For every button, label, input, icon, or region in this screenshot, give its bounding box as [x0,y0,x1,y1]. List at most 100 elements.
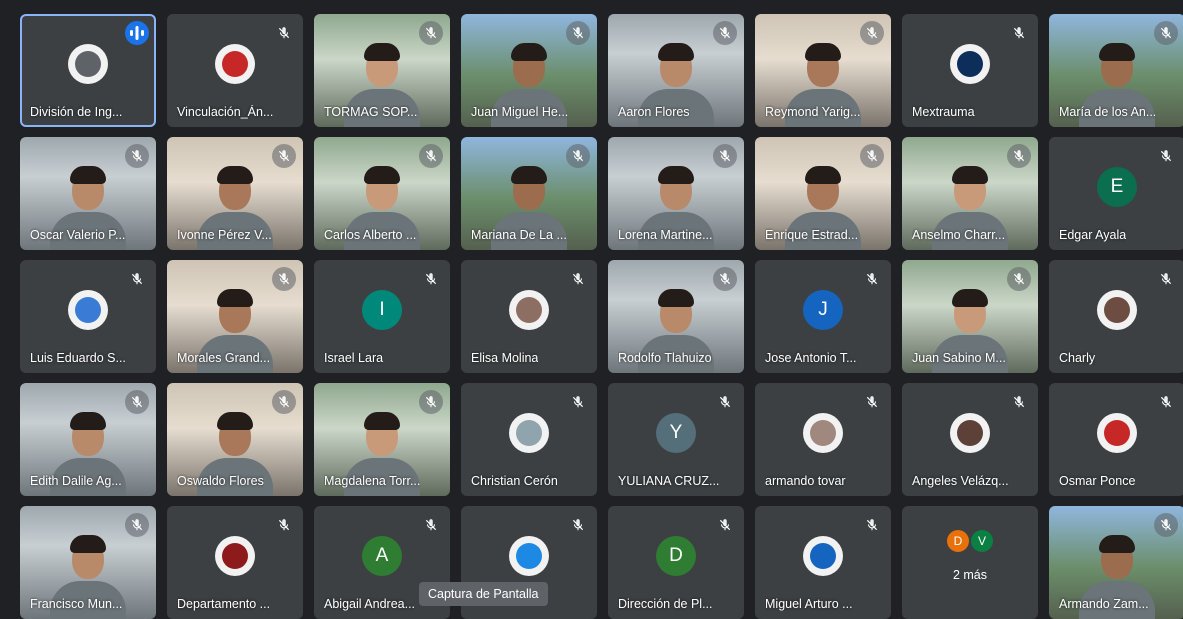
participant-avatar [68,44,108,84]
participant-tile[interactable]: María de los An... [1049,14,1183,127]
participant-tile[interactable]: Osmar Ponce [1049,383,1183,496]
mic-off-icon [419,144,443,168]
mic-off-icon [566,267,590,291]
participant-tile[interactable]: Oscar Valerio P... [20,137,156,250]
mic-off-icon [860,513,884,537]
participant-name: Mariana De La ... [471,228,567,242]
participant-tile[interactable]: División de Ing... [20,14,156,127]
participant-avatar: D [947,530,969,552]
participant-tile[interactable]: Ivonne Pérez V... [167,137,303,250]
mic-off-icon [125,390,149,414]
participant-name: Charly [1059,351,1096,365]
mic-off-icon [1154,267,1178,291]
mic-off-icon [125,144,149,168]
participant-tile[interactable]: I Israel Lara [314,260,450,373]
participant-name: Elisa Molina [471,351,539,365]
participant-name: Rodolfo Tlahuizo [618,351,712,365]
mic-off-icon [272,390,296,414]
participant-tile[interactable]: Mariana De La ... [461,137,597,250]
participant-tile[interactable]: Miguel Arturo ... [755,506,891,619]
participant-tile[interactable]: Aaron Flores [608,14,744,127]
mic-off-icon [1007,390,1031,414]
mic-off-icon [860,390,884,414]
mic-off-icon [272,21,296,45]
participant-tile[interactable]: J Jose Antonio T... [755,260,891,373]
participant-avatar: V [971,530,993,552]
participant-name: Armando Zam... [1059,597,1149,611]
participant-name: TORMAG SOP... [324,105,418,119]
participant-tile[interactable]: Enrique Estrad... [755,137,891,250]
participant-tile[interactable]: Mextrauma [902,14,1038,127]
participant-avatar [509,536,549,576]
participant-tile[interactable]: Magdalena Torr... [314,383,450,496]
mic-off-icon [419,21,443,45]
participant-tile[interactable]: Reymond Yarig... [755,14,891,127]
participant-name: División de Ing... [30,105,123,119]
participant-tile[interactable]: Elisa Molina [461,260,597,373]
participant-avatar [803,413,843,453]
participant-tile[interactable]: Juan Sabino M... [902,260,1038,373]
participant-tile[interactable]: Departamento ... [167,506,303,619]
participant-tile[interactable]: DV 2 más [902,506,1038,619]
participant-avatar [509,413,549,453]
participant-avatar [950,413,990,453]
participant-tile[interactable]: Christian Cerón [461,383,597,496]
participant-name: Aaron Flores [618,105,690,119]
mic-off-icon [566,21,590,45]
participant-tile[interactable]: Carlos Alberto ... [314,137,450,250]
participant-avatar: Y [656,413,696,453]
mic-off-icon [1154,144,1178,168]
mic-off-icon [713,21,737,45]
mic-off-icon [125,267,149,291]
participant-avatar: E [1097,167,1137,207]
participant-tile[interactable]: Edith Dalile Ag... [20,383,156,496]
participant-tile[interactable]: Angeles Velázq... [902,383,1038,496]
participant-tile[interactable]: Rodolfo Tlahuizo [608,260,744,373]
participant-name: Dirección de Pl... [618,597,713,611]
participant-name: María de los An... [1059,105,1157,119]
participant-tile[interactable]: D Dirección de Pl... [608,506,744,619]
mic-off-icon [125,513,149,537]
participant-tile[interactable]: Luis Eduardo S... [20,260,156,373]
participant-name: Morales Grand... [177,351,271,365]
mic-off-icon [566,390,590,414]
participant-name: Juan Miguel He... [471,105,569,119]
participant-name: Luis Eduardo S... [30,351,126,365]
participant-tile[interactable]: Anselmo Charr... [902,137,1038,250]
participant-avatar [215,536,255,576]
mic-off-icon [1007,144,1031,168]
participant-tile[interactable]: Francisco Mun... [20,506,156,619]
mic-off-icon [1154,390,1178,414]
mic-off-icon [713,267,737,291]
participant-avatar [68,290,108,330]
mic-off-icon [272,267,296,291]
participant-tile[interactable]: Oswaldo Flores [167,383,303,496]
participant-name: Oscar Valerio P... [30,228,126,242]
participant-name: Magdalena Torr... [324,474,421,488]
participant-name: Enrique Estrad... [765,228,859,242]
participant-name: Edith Dalile Ag... [30,474,122,488]
participant-name: Israel Lara [324,351,384,365]
participant-name: Osmar Ponce [1059,474,1136,488]
participant-name: Carlos Alberto ... [324,228,417,242]
participant-tile[interactable]: Charly [1049,260,1183,373]
participant-name: Ivonne Pérez V... [177,228,272,242]
participant-avatar [950,44,990,84]
mic-off-icon [566,144,590,168]
participant-tile[interactable]: armando tovar [755,383,891,496]
participant-tile[interactable]: Juan Miguel He... [461,14,597,127]
participant-tile[interactable]: Y YULIANA CRUZ... [608,383,744,496]
more-participants-label: 2 más [952,568,988,582]
participant-name: Departamento ... [177,597,271,611]
participant-tile[interactable]: Armando Zam... [1049,506,1183,619]
participant-name: Juan Sabino M... [912,351,1006,365]
mic-off-icon [713,390,737,414]
participant-avatar: I [362,290,402,330]
participant-tile[interactable]: Lorena Martine... [608,137,744,250]
participant-tile[interactable]: E Edgar Ayala [1049,137,1183,250]
participant-tile[interactable]: TORMAG SOP... [314,14,450,127]
participant-tile[interactable]: Vinculación_Án... [167,14,303,127]
speaking-indicator-icon [125,21,149,45]
participant-tile[interactable]: Morales Grand... [167,260,303,373]
participant-avatar [1097,290,1137,330]
